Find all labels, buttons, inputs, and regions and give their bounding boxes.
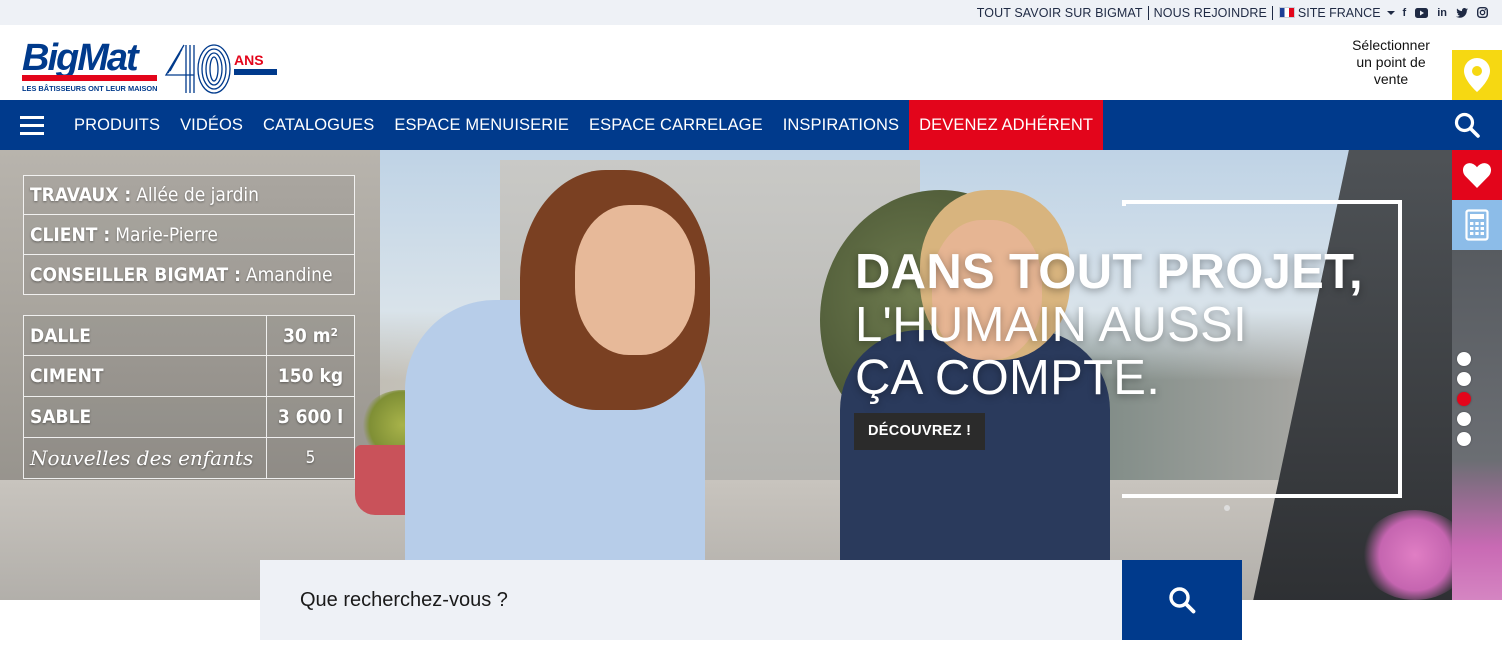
heart-icon [1463, 162, 1491, 188]
search-icon [1169, 587, 1196, 614]
france-flag-icon [1278, 7, 1295, 18]
svg-text:BigMat: BigMat [22, 37, 140, 79]
store-selector-label[interactable]: Sélectionner un point de vente [1334, 37, 1448, 88]
materials-row: SABLE 3 600 l [23, 397, 355, 438]
hero-title-line: DANS TOUT PROJET, [855, 245, 1363, 299]
nav-item-produits[interactable]: PRODUITS [64, 100, 170, 150]
hero-title-line: L'HUMAIN AUSSI [855, 298, 1248, 352]
nav-item-inspirations[interactable]: INSPIRATIONS [773, 100, 909, 150]
youtube-icon[interactable] [1415, 7, 1429, 18]
materials-row: Nouvelles des enfants 5 [23, 438, 355, 479]
calculator-icon [1465, 209, 1489, 241]
calculator-button[interactable] [1452, 200, 1502, 250]
social-links: f in [1403, 7, 1488, 19]
project-info-table: TRAVAUX : Allée de jardin CLIENT : Marie-P… [23, 175, 355, 295]
twitter-icon[interactable] [1456, 7, 1468, 18]
store-label-line: vente [1373, 71, 1409, 87]
site-header: BigMat LES BÂTISSEURS ONT LEUR MAISON AN… [0, 25, 1502, 100]
svg-text:LES BÂTISSEURS ONT LEUR MAISON: LES BÂTISSEURS ONT LEUR MAISON [22, 84, 158, 93]
materials-row: CIMENT 150 kg [23, 356, 355, 397]
bigmat-logo[interactable]: BigMat LES BÂTISSEURS ONT LEUR MAISON [22, 37, 162, 95]
hero-title: DANS TOUT PROJET, L'HUMAIN AUSSI ÇA COMP… [855, 246, 1363, 405]
location-pin-icon [1464, 58, 1490, 92]
nav-item-devenez-adherent[interactable]: DEVENEZ ADHÉRENT [909, 100, 1104, 150]
nav-item-espace-carrelage[interactable]: ESPACE CARRELAGE [579, 100, 773, 150]
join-link[interactable]: NOUS REJOINDRE [1149, 6, 1272, 20]
hero-person [575, 205, 695, 355]
hero-title-line: ÇA COMPTE. [855, 351, 1161, 405]
hero-banner: TRAVAUX : Allée de jardin CLIENT : Marie-P… [0, 150, 1452, 600]
main-nav: PRODUITS VIDÉOS CATALOGUES ESPACE MENUIS… [0, 100, 1502, 150]
nav-item-videos[interactable]: VIDÉOS [170, 100, 253, 150]
hero-frame [1122, 494, 1126, 498]
facebook-icon[interactable]: f [1403, 7, 1407, 19]
utility-bar: TOUT SAVOIR SUR BIGMAT NOUS REJOINDRE SI… [0, 0, 1502, 25]
discover-button[interactable]: DÉCOUVREZ ! [854, 413, 986, 450]
nav-item-catalogues[interactable]: CATALOGUES [253, 100, 384, 150]
hero-frame [1122, 200, 1126, 206]
store-label-line: Sélectionner [1352, 37, 1430, 53]
search-input[interactable] [260, 560, 1122, 640]
nav-search-button[interactable] [1442, 100, 1492, 150]
side-toolbar [1452, 150, 1502, 600]
search-bar [260, 560, 1242, 640]
menu-icon[interactable] [0, 100, 64, 150]
nav-item-espace-menuiserie[interactable]: ESPACE MENUISERIE [384, 100, 579, 150]
site-selector[interactable]: SITE FRANCE [1273, 6, 1403, 20]
svg-text:ANS: ANS [234, 52, 264, 68]
site-selector-label: SITE FRANCE [1297, 5, 1381, 20]
decorative-dot [1224, 505, 1230, 511]
store-label-line: un point de [1356, 54, 1426, 70]
materials-table: DALLE 30 m² CIMENT 150 kg SABLE 3 600 l Nou… [23, 315, 355, 479]
search-icon [1454, 112, 1480, 138]
chevron-down-icon [1386, 10, 1395, 15]
about-link[interactable]: TOUT SAVOIR SUR BIGMAT [972, 6, 1148, 20]
project-info-row: TRAVAUX : Allée de jardin [23, 175, 355, 215]
favorites-button[interactable] [1452, 150, 1502, 200]
instagram-icon[interactable] [1477, 7, 1488, 18]
anniversary-logo: ANS [164, 41, 284, 97]
store-locator-button[interactable] [1452, 50, 1502, 100]
project-info-row: CONSEILLER BIGMAT : Amandine [23, 255, 355, 295]
search-button[interactable] [1122, 560, 1242, 640]
project-info-row: CLIENT : Marie-Pierre [23, 215, 355, 255]
linkedin-icon[interactable]: in [1437, 7, 1447, 19]
materials-row: DALLE 30 m² [23, 315, 355, 356]
